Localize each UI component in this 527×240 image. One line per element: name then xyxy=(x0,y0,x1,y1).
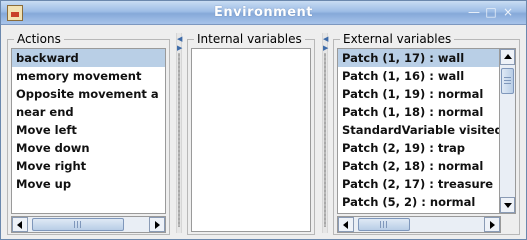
arrow-up-icon xyxy=(504,54,512,59)
list-item[interactable]: StandardVariable visited xyxy=(338,121,500,139)
list-item[interactable]: Patch (2, 19) : trap xyxy=(338,139,500,157)
list-item[interactable]: memory movement xyxy=(12,67,165,85)
collapse-left-icon[interactable]: ◀ xyxy=(323,35,328,43)
internal-variables-list[interactable] xyxy=(191,48,311,232)
external-variables-title: External variables xyxy=(340,32,455,46)
scroll-up-button[interactable] xyxy=(500,49,515,65)
actions-panel-title: Actions xyxy=(14,32,64,46)
scroll-thumb[interactable] xyxy=(358,218,410,231)
actions-panel: Actions backward memory movement Opposite … xyxy=(7,32,170,235)
grip-icon xyxy=(504,77,511,85)
collapse-left-icon[interactable]: ◀ xyxy=(177,35,182,43)
list-item[interactable]: Patch (1, 17) : wall xyxy=(338,49,500,67)
list-item[interactable]: Move up xyxy=(12,175,165,193)
internal-variables-panel: Internal variables xyxy=(187,32,315,235)
list-item[interactable]: Patch (1, 16) : wall xyxy=(338,67,500,85)
list-item[interactable]: Opposite movement a xyxy=(12,85,165,103)
title-bar[interactable]: Environment — □ × xyxy=(1,1,526,25)
arrow-left-icon xyxy=(17,221,22,229)
divider-grip xyxy=(324,53,326,227)
split-pane-divider[interactable]: ◀ ▶ xyxy=(322,33,328,233)
scroll-thumb[interactable] xyxy=(501,68,514,94)
arrow-down-icon xyxy=(504,203,512,208)
external-vertical-scrollbar[interactable] xyxy=(499,48,516,214)
arrow-right-icon xyxy=(490,221,495,229)
actions-list[interactable]: backward memory movement Opposite movement… xyxy=(11,48,166,214)
arrow-right-icon xyxy=(155,221,160,229)
split-pane-divider[interactable]: ◀ ▶ xyxy=(176,33,182,233)
external-variables-panel: External variables Patch (1, 17) : wall P… xyxy=(333,32,520,235)
internal-variables-title: Internal variables xyxy=(194,32,305,46)
list-item[interactable]: Patch (2, 18) : normal xyxy=(338,157,500,175)
expand-right-icon[interactable]: ▶ xyxy=(323,44,328,52)
list-item[interactable]: near end xyxy=(12,103,165,121)
scroll-thumb[interactable] xyxy=(32,218,124,231)
divider-grip xyxy=(178,53,180,227)
grip-icon xyxy=(74,221,82,228)
window-title: Environment xyxy=(214,5,313,20)
list-item[interactable]: Move down xyxy=(12,139,165,157)
expand-right-icon[interactable]: ▶ xyxy=(177,44,182,52)
list-item[interactable]: Patch (1, 19) : normal xyxy=(338,85,500,103)
grip-icon xyxy=(380,221,388,228)
list-item[interactable]: Move left xyxy=(12,121,165,139)
scroll-left-button[interactable] xyxy=(12,217,28,232)
list-item[interactable]: backward xyxy=(12,49,165,67)
environment-window: Environment — □ × Actions backward memory… xyxy=(0,0,527,240)
maximize-icon[interactable]: □ xyxy=(484,5,498,19)
scroll-down-button[interactable] xyxy=(500,197,515,213)
scroll-left-button[interactable] xyxy=(338,217,354,232)
external-horizontal-scrollbar[interactable] xyxy=(337,216,501,233)
external-variables-list[interactable]: Patch (1, 17) : wall Patch (1, 16) : wall… xyxy=(337,48,501,214)
scroll-right-button[interactable] xyxy=(484,217,500,232)
minimize-icon[interactable]: — xyxy=(467,5,481,19)
list-item[interactable]: Patch (5, 2) : normal xyxy=(338,193,500,211)
arrow-left-icon xyxy=(343,221,348,229)
scroll-right-button[interactable] xyxy=(149,217,165,232)
list-item[interactable]: Move right xyxy=(12,157,165,175)
list-item[interactable]: Patch (1, 18) : normal xyxy=(338,103,500,121)
close-icon[interactable]: × xyxy=(501,5,515,19)
list-item[interactable]: Patch (2, 17) : treasure xyxy=(338,175,500,193)
actions-horizontal-scrollbar[interactable] xyxy=(11,216,166,233)
